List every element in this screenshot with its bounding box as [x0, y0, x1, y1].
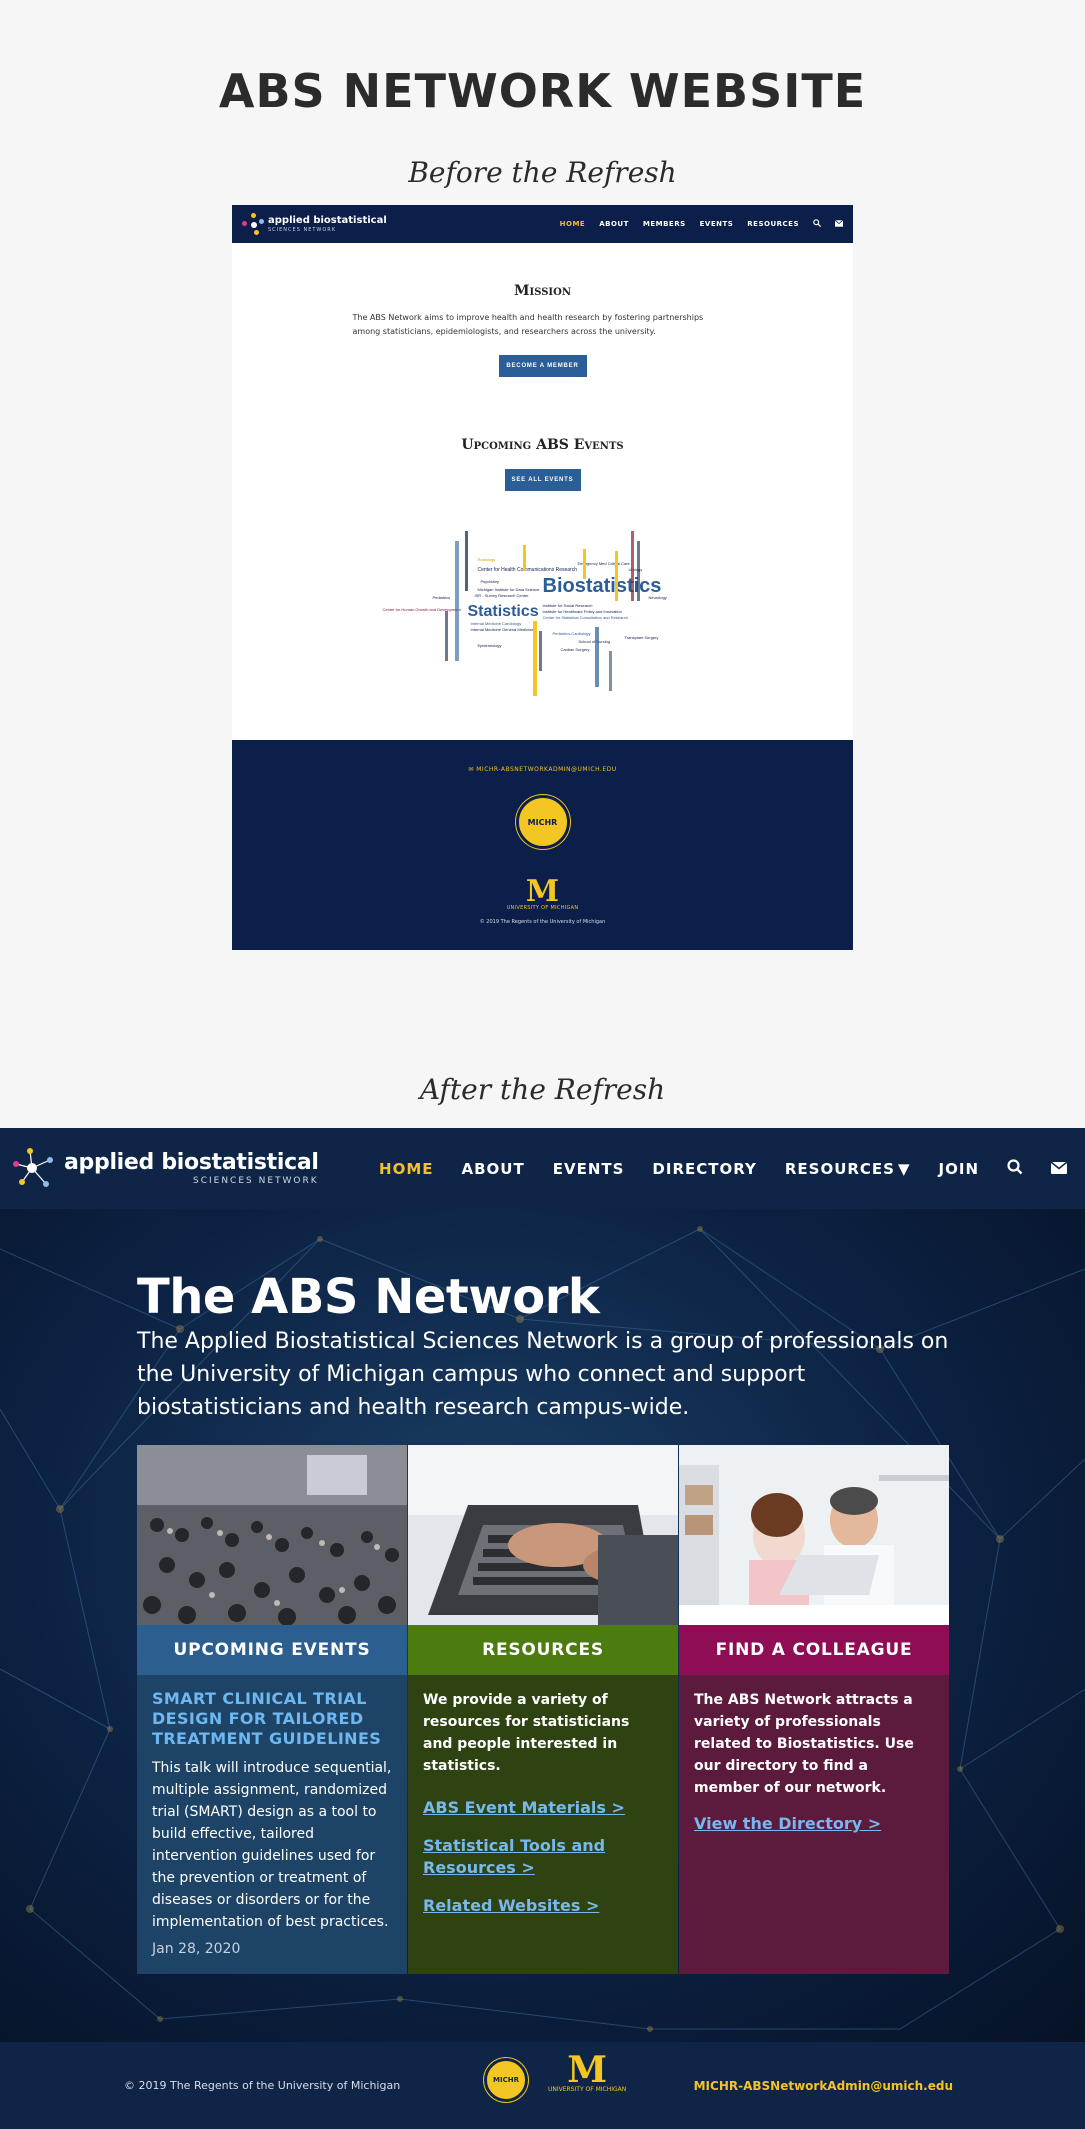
word-cloud-vertical-words [444, 531, 640, 696]
after-screenshot: applied biostatistical SCIENCES NETWORK H… [0, 1128, 1085, 2129]
before-footer: ✉ MICHR-ABSNETWORKADMIN@UMICH.EDU MICHR … [232, 740, 853, 950]
statistical-tools-link[interactable]: Statistical Tools and Resources > [423, 1835, 663, 1879]
after-navbar: applied biostatistical SCIENCES NETWORK H… [0, 1128, 1085, 1209]
see-all-events-button[interactable]: SEE ALL EVENTS [504, 469, 581, 491]
michr-seal-logo: MICHR [515, 795, 570, 849]
envelope-icon[interactable] [834, 219, 844, 229]
network-logo-icon [12, 1146, 58, 1192]
after-copyright: © 2019 The Regents of the University of … [124, 2079, 401, 2092]
before-copyright: © 2019 The Regents of the University of … [479, 919, 606, 925]
colleague-card-body: The ABS Network attracts a variety of pr… [679, 1675, 949, 1974]
after-logo[interactable]: applied biostatistical SCIENCES NETWORK [12, 1146, 319, 1192]
logo-sub-text: SCIENCES NETWORK [268, 226, 337, 233]
email-text: MICHR-ABSNETWORKADMIN@UMICH.EDU [476, 766, 617, 773]
nav-resources-dropdown[interactable]: RESOURCES ▼ [785, 1160, 911, 1178]
become-member-button[interactable]: BECOME A MEMBER [498, 355, 587, 377]
before-nav-resources[interactable]: RESOURCES [747, 220, 799, 228]
before-screenshot: applied biostatistical SCIENCES NETWORK H… [232, 205, 853, 950]
resources-card-body: We provide a variety of resources for st… [408, 1675, 678, 1974]
events-card: UPCOMING EVENTS SMART CLINICAL TRIAL DES… [137, 1445, 407, 1974]
michr-seal-logo[interactable]: MICHR [484, 2058, 528, 2102]
before-footer-email[interactable]: ✉ MICHR-ABSNETWORKADMIN@UMICH.EDU [232, 766, 853, 773]
events-card-heading: UPCOMING EVENTS [137, 1625, 407, 1675]
upcoming-events-heading: Upcoming ABS Events [461, 437, 624, 453]
block-m-subtitle: UNIVERSITY OF MICHIGAN [548, 2086, 627, 2093]
word-cloud: Biostatistics Statistics Center for Heal… [383, 531, 703, 701]
block-m-subtitle: UNIVERSITY OF MICHIGAN [506, 905, 579, 911]
block-m-logo[interactable]: M UNIVERSITY OF MICHIGAN [548, 2049, 627, 2093]
mission-heading: Mission [514, 283, 571, 299]
page-title: ABS NETWORK WEBSITE [218, 64, 867, 118]
resources-text: We provide a variety of resources for st… [423, 1692, 630, 1774]
feature-cards: UPCOMING EVENTS SMART CLINICAL TRIAL DES… [137, 1445, 949, 1974]
before-nav-members[interactable]: MEMBERS [643, 220, 686, 228]
colleague-card: FIND A COLLEAGUE The ABS Network attract… [679, 1445, 949, 1974]
nav-join[interactable]: JOIN [939, 1160, 979, 1178]
events-card-body: SMART CLINICAL TRIAL DESIGN FOR TAILORED… [137, 1675, 407, 1974]
block-m-letter: M [567, 2049, 608, 2091]
before-nav-about[interactable]: ABOUT [599, 220, 629, 228]
network-logo-icon [242, 213, 264, 235]
seal-text: MICHR [527, 817, 558, 827]
caret-down-icon: ▼ [897, 1159, 911, 1178]
colleague-card-heading: FIND A COLLEAGUE [679, 1625, 949, 1675]
colleagues-at-laptop-photo [679, 1445, 949, 1625]
search-icon[interactable] [813, 219, 822, 229]
before-navbar: applied biostatistical SCIENCES NETWORK H… [232, 205, 853, 243]
abs-event-materials-link[interactable]: ABS Event Materials > [423, 1797, 663, 1819]
after-footer: © 2019 The Regents of the University of … [0, 2042, 1085, 2129]
mission-text: The ABS Network aims to improve health a… [352, 313, 704, 336]
before-caption: Before the Refresh [408, 156, 677, 189]
view-directory-link[interactable]: View the Directory > [694, 1813, 934, 1835]
related-websites-link[interactable]: Related Websites > [423, 1895, 663, 1917]
logo-sub-text: SCIENCES NETWORK [192, 1175, 319, 1186]
hero-section: The ABS Network The Applied Biostatistic… [0, 1209, 1085, 2042]
after-caption: After the Refresh [419, 1073, 666, 1106]
footer-email-link[interactable]: MICHR-ABSNetworkAdmin@umich.edu [694, 2079, 953, 2093]
hero-title: The ABS Network [137, 1269, 600, 1325]
resources-card: RESOURCES We provide a variety of resour… [408, 1445, 678, 1974]
block-m-logo: M [525, 874, 560, 909]
logo-main-text: applied biostatistical [268, 214, 387, 226]
nav-events[interactable]: EVENTS [553, 1160, 625, 1178]
hero-description: The Applied Biostatistical Sciences Netw… [137, 1329, 949, 1420]
search-icon[interactable] [1007, 1158, 1023, 1179]
nav-about[interactable]: ABOUT [462, 1160, 525, 1178]
before-nav-events[interactable]: EVENTS [700, 220, 734, 228]
event-description: This talk will introduce sequential, mul… [152, 1760, 392, 1930]
envelope-icon[interactable] [1050, 1160, 1068, 1178]
event-date: Jan 28, 2020 [152, 1941, 241, 1957]
conference-crowd-photo [137, 1445, 407, 1625]
seal-text: MICHR [493, 2076, 519, 2084]
before-logo[interactable]: applied biostatistical SCIENCES NETWORK [242, 213, 387, 235]
nav-resources-label: RESOURCES [784, 1159, 895, 1178]
nav-home[interactable]: HOME [379, 1160, 433, 1178]
laptop-typing-photo [408, 1445, 678, 1625]
resources-card-heading: RESOURCES [408, 1625, 678, 1675]
logo-main-text: applied biostatistical [64, 1149, 319, 1175]
event-title-link[interactable]: SMART CLINICAL TRIAL DESIGN FOR TAILORED… [152, 1689, 392, 1749]
colleague-text: The ABS Network attracts a variety of pr… [694, 1692, 914, 1796]
nav-directory[interactable]: DIRECTORY [652, 1160, 756, 1178]
before-nav-home[interactable]: HOME [560, 220, 586, 228]
